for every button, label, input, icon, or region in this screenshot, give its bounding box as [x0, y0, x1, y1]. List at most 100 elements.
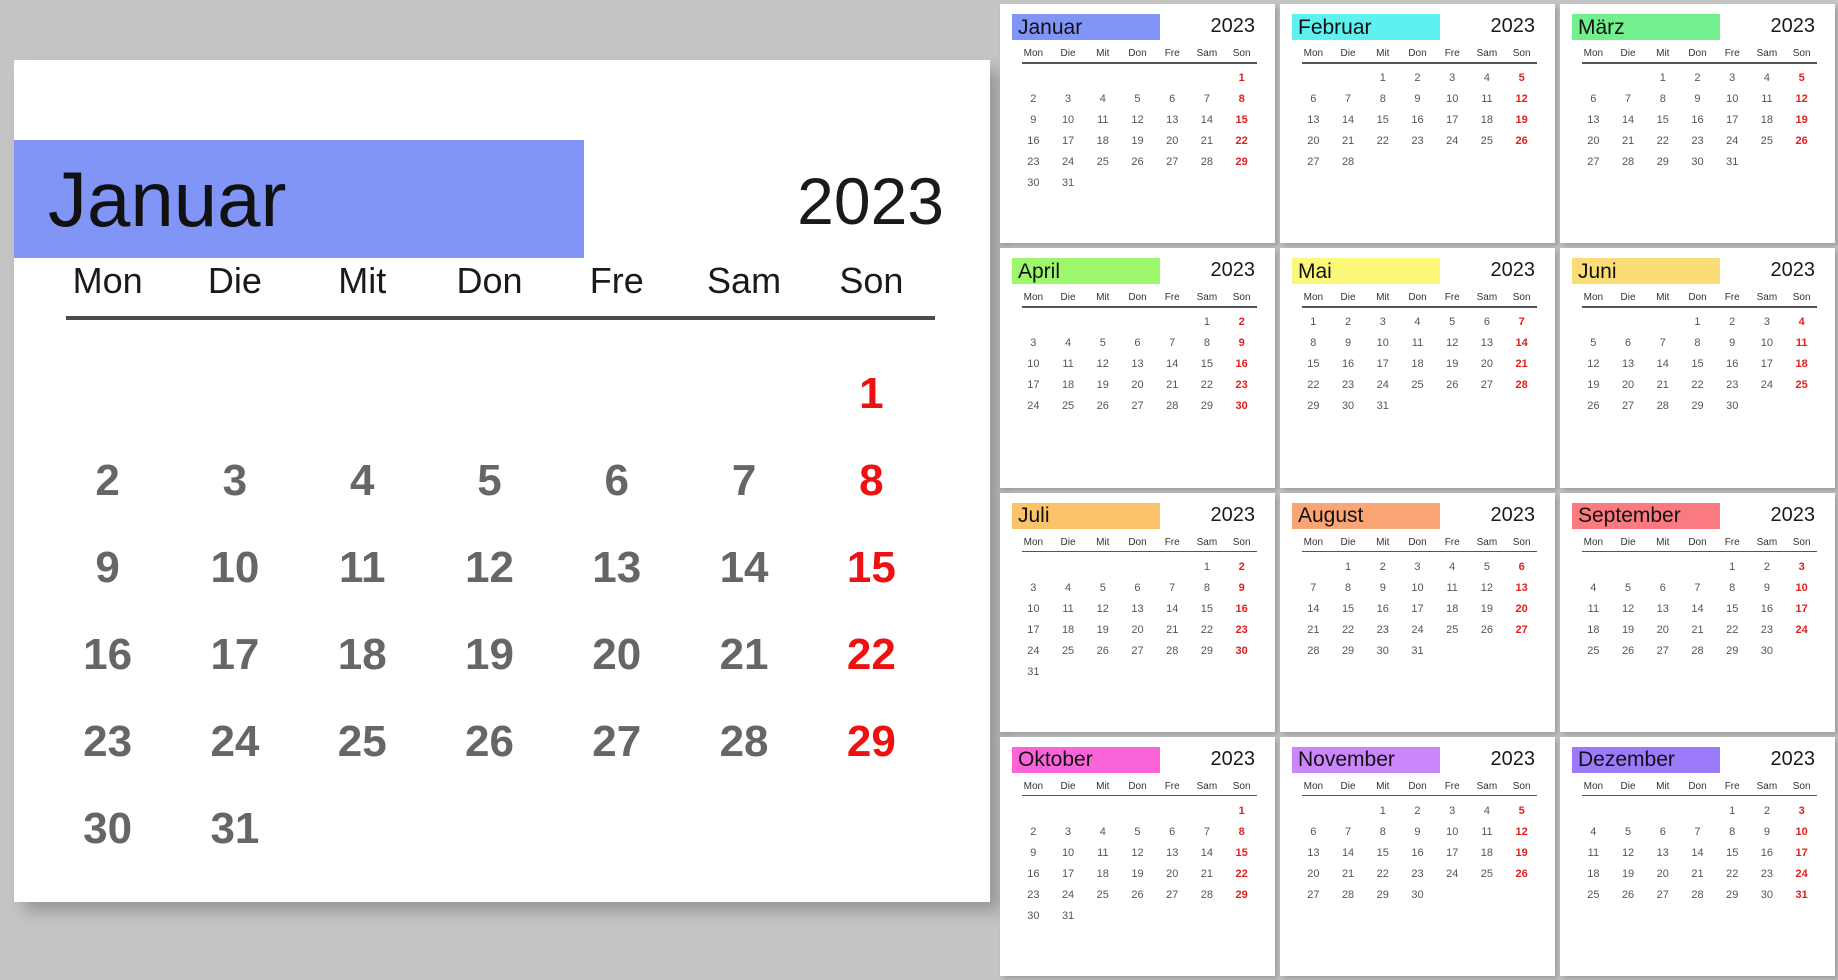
mini-day-cell[interactable]: 26: [1085, 640, 1120, 661]
mini-day-cell[interactable]: 14: [1680, 842, 1715, 863]
mini-day-cell[interactable]: 8: [1224, 89, 1259, 110]
mini-day-cell[interactable]: 9: [1400, 89, 1435, 110]
mini-day-cell[interactable]: 8: [1365, 821, 1400, 842]
mini-day-cell[interactable]: 31: [1051, 905, 1086, 926]
mini-day-cell[interactable]: 24: [1750, 375, 1785, 396]
mini-day-cell[interactable]: 24: [1435, 131, 1470, 152]
mini-day-cell[interactable]: 5: [1435, 312, 1470, 333]
mini-day-cell[interactable]: 5: [1784, 68, 1819, 89]
mini-day-cell[interactable]: 24: [1016, 640, 1051, 661]
mini-day-cell[interactable]: 12: [1504, 821, 1539, 842]
main-day-cell[interactable]: 24: [171, 698, 298, 785]
mini-day-cell[interactable]: 24: [1051, 152, 1086, 173]
mini-day-cell[interactable]: 14: [1504, 333, 1539, 354]
mini-day-cell[interactable]: 14: [1190, 842, 1225, 863]
mini-day-cell[interactable]: 22: [1680, 375, 1715, 396]
mini-day-cell[interactable]: 3: [1750, 312, 1785, 333]
mini-day-cell[interactable]: 3: [1016, 577, 1051, 598]
mini-day-cell[interactable]: 3: [1435, 68, 1470, 89]
mini-day-cell[interactable]: 23: [1331, 375, 1366, 396]
main-day-cell[interactable]: 22: [808, 611, 935, 698]
mini-day-cell[interactable]: 9: [1750, 577, 1785, 598]
mini-day-cell[interactable]: 10: [1400, 577, 1435, 598]
mini-day-cell[interactable]: 8: [1331, 577, 1366, 598]
mini-day-cell[interactable]: 31: [1784, 884, 1819, 905]
mini-day-cell[interactable]: 20: [1645, 619, 1680, 640]
main-day-cell[interactable]: 17: [171, 611, 298, 698]
main-day-cell[interactable]: 7: [680, 437, 807, 524]
mini-day-cell[interactable]: 2: [1016, 821, 1051, 842]
mini-day-cell[interactable]: 7: [1296, 577, 1331, 598]
mini-day-cell[interactable]: 20: [1155, 131, 1190, 152]
mini-day-cell[interactable]: 30: [1750, 884, 1785, 905]
main-day-cell[interactable]: 12: [426, 524, 553, 611]
mini-day-cell[interactable]: 17: [1715, 110, 1750, 131]
mini-day-cell[interactable]: 1: [1715, 556, 1750, 577]
mini-day-cell[interactable]: 9: [1224, 577, 1259, 598]
mini-day-cell[interactable]: 2: [1715, 312, 1750, 333]
mini-day-cell[interactable]: 25: [1750, 131, 1785, 152]
mini-day-cell[interactable]: 18: [1576, 619, 1611, 640]
mini-day-cell[interactable]: 8: [1645, 89, 1680, 110]
mini-day-cell[interactable]: 27: [1504, 619, 1539, 640]
mini-day-cell[interactable]: 16: [1224, 354, 1259, 375]
mini-day-cell[interactable]: 5: [1611, 821, 1646, 842]
main-day-cell[interactable]: 1: [808, 350, 935, 437]
mini-day-cell[interactable]: 6: [1504, 556, 1539, 577]
mini-day-cell[interactable]: 31: [1715, 152, 1750, 173]
mini-day-cell[interactable]: 15: [1715, 598, 1750, 619]
mini-day-cell[interactable]: 14: [1155, 598, 1190, 619]
mini-month-panel-august[interactable]: August 2023 Mon Die Mit Don Fre Sam Son 12345678…: [1280, 492, 1555, 732]
mini-day-cell[interactable]: 9: [1224, 333, 1259, 354]
mini-day-cell[interactable]: 30: [1016, 173, 1051, 194]
mini-day-cell[interactable]: 22: [1296, 375, 1331, 396]
mini-day-cell[interactable]: 16: [1750, 842, 1785, 863]
main-day-cell[interactable]: 23: [44, 698, 171, 785]
mini-day-cell[interactable]: 14: [1331, 110, 1366, 131]
mini-day-cell[interactable]: 22: [1715, 619, 1750, 640]
mini-day-cell[interactable]: 2: [1750, 556, 1785, 577]
mini-day-cell[interactable]: 25: [1400, 375, 1435, 396]
mini-day-cell[interactable]: 12: [1085, 598, 1120, 619]
mini-day-cell[interactable]: 28: [1331, 152, 1366, 173]
mini-day-cell[interactable]: 8: [1224, 821, 1259, 842]
mini-day-cell[interactable]: 25: [1085, 152, 1120, 173]
mini-day-cell[interactable]: 31: [1016, 661, 1051, 682]
mini-day-cell[interactable]: 5: [1470, 556, 1505, 577]
mini-day-cell[interactable]: 20: [1611, 375, 1646, 396]
mini-day-cell[interactable]: 7: [1190, 89, 1225, 110]
mini-day-cell[interactable]: 27: [1120, 640, 1155, 661]
mini-day-cell[interactable]: 1: [1296, 312, 1331, 333]
mini-day-cell[interactable]: 23: [1224, 375, 1259, 396]
mini-day-cell[interactable]: 20: [1645, 863, 1680, 884]
mini-day-cell[interactable]: 4: [1085, 89, 1120, 110]
mini-day-cell[interactable]: 26: [1504, 863, 1539, 884]
mini-day-cell[interactable]: 14: [1611, 110, 1646, 131]
mini-day-cell[interactable]: 21: [1680, 863, 1715, 884]
mini-day-cell[interactable]: 5: [1120, 89, 1155, 110]
mini-day-cell[interactable]: 23: [1750, 863, 1785, 884]
mini-day-cell[interactable]: 23: [1400, 863, 1435, 884]
mini-day-cell[interactable]: 13: [1296, 110, 1331, 131]
mini-day-cell[interactable]: 25: [1470, 131, 1505, 152]
mini-day-cell[interactable]: 13: [1470, 333, 1505, 354]
mini-day-cell[interactable]: 15: [1645, 110, 1680, 131]
mini-day-cell[interactable]: 5: [1611, 577, 1646, 598]
mini-day-cell[interactable]: 14: [1296, 598, 1331, 619]
mini-day-cell[interactable]: 11: [1051, 354, 1086, 375]
mini-day-cell[interactable]: 25: [1435, 619, 1470, 640]
mini-day-cell[interactable]: 20: [1120, 619, 1155, 640]
mini-day-cell[interactable]: 14: [1155, 354, 1190, 375]
mini-day-cell[interactable]: 2: [1680, 68, 1715, 89]
mini-day-cell[interactable]: 24: [1051, 884, 1086, 905]
mini-day-cell[interactable]: 16: [1224, 598, 1259, 619]
mini-day-cell[interactable]: 11: [1051, 598, 1086, 619]
mini-day-cell[interactable]: 25: [1470, 863, 1505, 884]
mini-day-cell[interactable]: 12: [1435, 333, 1470, 354]
mini-day-cell[interactable]: 25: [1576, 884, 1611, 905]
mini-day-cell[interactable]: 3: [1715, 68, 1750, 89]
mini-day-cell[interactable]: 17: [1435, 842, 1470, 863]
mini-day-cell[interactable]: 26: [1784, 131, 1819, 152]
mini-day-cell[interactable]: 16: [1016, 131, 1051, 152]
mini-day-cell[interactable]: 16: [1750, 598, 1785, 619]
